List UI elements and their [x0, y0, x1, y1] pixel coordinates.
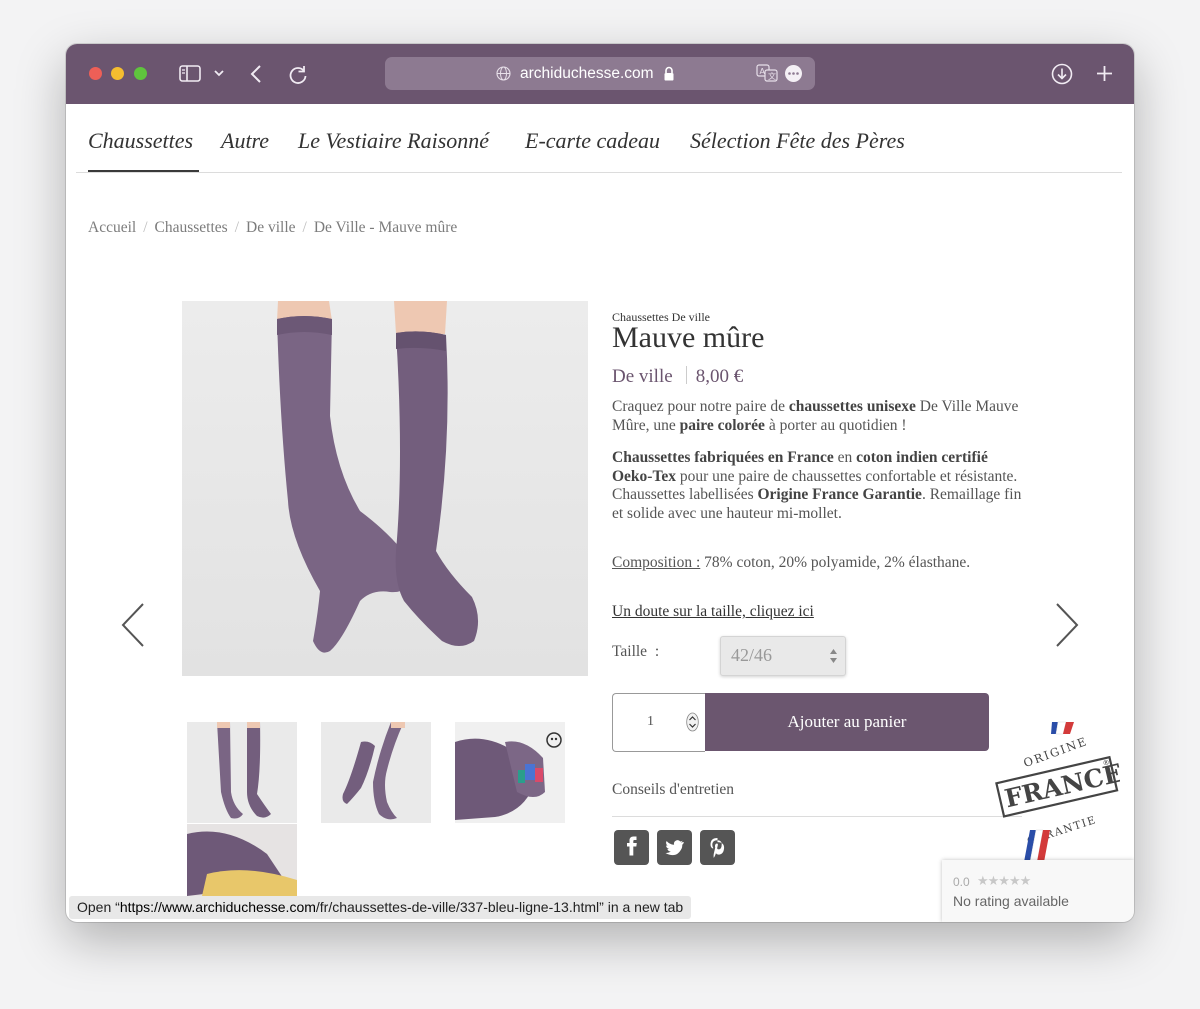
- care-divider: [612, 816, 1022, 817]
- composition-value: 78% coton, 20% polyamide, 2% élasthane.: [700, 554, 971, 571]
- pinterest-icon: [710, 838, 725, 858]
- rating-text: No rating available: [953, 893, 1069, 909]
- badge-top-text: ORIGINE: [994, 716, 1065, 719]
- svg-text:文: 文: [768, 71, 776, 81]
- maximize-window-button[interactable]: [134, 67, 147, 80]
- thumbnail-2[interactable]: [321, 722, 431, 823]
- nav-item-chaussettes[interactable]: Chaussettes: [88, 128, 193, 154]
- quantity-value: 1: [647, 714, 654, 729]
- url-text: archiduchesse.com: [520, 65, 654, 82]
- rating-stars-icon: ★★★★★: [977, 873, 1031, 888]
- nav-item-e-carte-cadeau[interactable]: E-carte cadeau: [525, 128, 660, 154]
- product-title: Mauve mûre: [612, 321, 765, 354]
- product-composition: Composition : 78% coton, 20% polyamide, …: [612, 554, 1022, 573]
- thumbnail-4[interactable]: [187, 824, 297, 896]
- link-preview-tooltip: Open “https://www.archiduchesse.com/fr/c…: [69, 896, 692, 919]
- composition-label: Composition :: [612, 554, 701, 571]
- globe-icon: [496, 66, 511, 81]
- size-guide-link[interactable]: Un doute sur la taille, cliquez ici: [612, 603, 814, 621]
- breadcrumb: Accueil / Chaussettes / De ville / De Ville - …: [88, 219, 458, 236]
- close-window-button[interactable]: [89, 67, 102, 80]
- sidebar-icon[interactable]: [179, 65, 201, 82]
- size-label: Taille :: [612, 643, 660, 660]
- lock-icon: [664, 66, 674, 81]
- chevron-down-icon[interactable]: [214, 70, 224, 77]
- thumbnail-3[interactable]: [455, 722, 565, 823]
- product-description-1: Craquez pour notre paire de chaussettes …: [612, 398, 1019, 434]
- rating-score: 0.0: [953, 875, 970, 889]
- svg-text:A: A: [760, 67, 766, 76]
- previous-product-arrow-icon[interactable]: [120, 602, 146, 648]
- thumbnail-1[interactable]: [187, 722, 297, 823]
- quantity-stepper-arrows-icon[interactable]: [686, 712, 699, 732]
- breadcrumb-item-current: De Ville - Mauve mûre: [313, 219, 458, 236]
- breadcrumb-item-accueil[interactable]: Accueil: [88, 219, 136, 236]
- size-select-value: 42/46: [731, 645, 773, 665]
- twitter-icon: [665, 840, 684, 856]
- breadcrumb-item-de-ville[interactable]: De ville: [246, 219, 296, 236]
- select-arrows-icon: [830, 649, 837, 663]
- download-icon[interactable]: [1051, 63, 1073, 85]
- browser-toolbar: archiduchesse.com A 文: [66, 44, 1134, 104]
- reload-icon[interactable]: [287, 63, 309, 85]
- origine-france-garantie-badge: ORIGINE ORIGINE FRANCE ® GARANTIE: [994, 716, 1120, 863]
- badge-main-text: FRANCE: [1002, 758, 1120, 813]
- facebook-icon: [627, 836, 637, 856]
- more-options-icon[interactable]: [784, 64, 803, 83]
- share-twitter-button[interactable]: [657, 830, 692, 865]
- share-facebook-button[interactable]: [614, 830, 649, 865]
- product-main-image[interactable]: [182, 301, 588, 676]
- back-icon[interactable]: [250, 64, 262, 84]
- size-select[interactable]: 42/46: [720, 636, 846, 676]
- product-description-2: Chaussettes fabriquées en France en coto…: [612, 449, 1022, 522]
- next-product-arrow-icon[interactable]: [1054, 602, 1080, 648]
- care-instructions[interactable]: Conseils d'entretien: [612, 781, 734, 799]
- add-to-cart-button[interactable]: Ajouter au panier: [705, 693, 989, 751]
- new-tab-icon[interactable]: [1096, 65, 1113, 82]
- minimize-window-button[interactable]: [111, 67, 124, 80]
- nav-item-vestiaire-raisonne[interactable]: Le Vestiaire Raisonné: [298, 128, 489, 154]
- product-price: 8,00 €: [695, 366, 744, 387]
- breadcrumb-item-chaussettes[interactable]: Chaussettes: [155, 219, 228, 236]
- nav-item-selection-fete-des-peres[interactable]: Sélection Fête des Pères: [690, 128, 905, 154]
- address-bar[interactable]: archiduchesse.com A 文: [385, 57, 815, 90]
- product-range: De ville: [612, 366, 673, 387]
- product-range-price: De ville 8,00 €: [612, 366, 743, 388]
- rating-widget[interactable]: 0.0 ★★★★★ No rating available: [942, 860, 1134, 922]
- nav-divider: [76, 172, 1122, 173]
- nav-item-autre[interactable]: Autre: [221, 128, 269, 154]
- translate-icon[interactable]: A 文: [756, 64, 778, 82]
- share-pinterest-button[interactable]: [700, 830, 735, 865]
- browser-window: archiduchesse.com A 文 Chaussettes Autre …: [66, 44, 1134, 922]
- quantity-stepper[interactable]: 1: [612, 693, 705, 752]
